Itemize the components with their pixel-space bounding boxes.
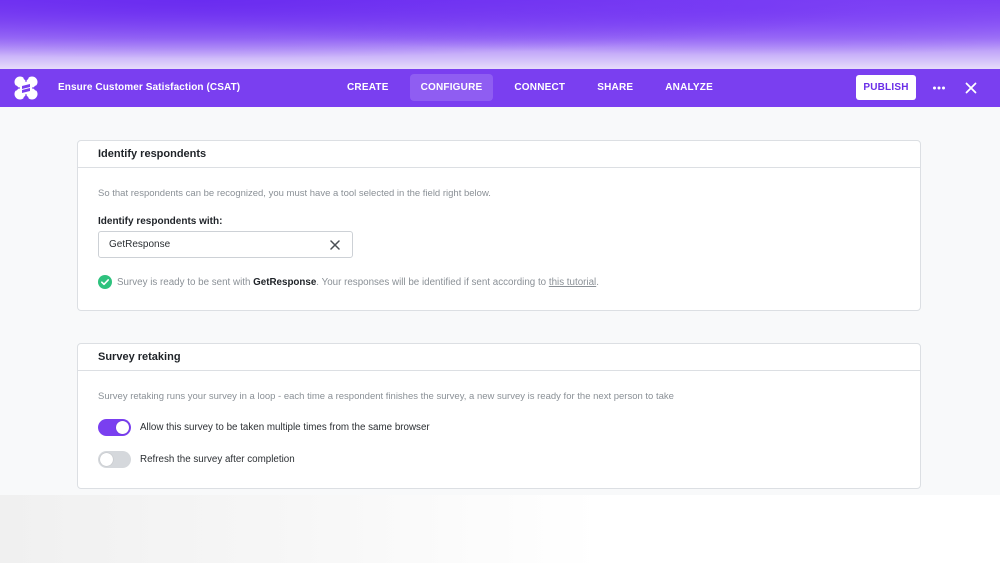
tutorial-link[interactable]: this tutorial — [549, 277, 596, 288]
status-prefix: Survey is ready to be sent with — [117, 276, 254, 288]
identify-field-label: Identify respondents with: — [98, 216, 223, 227]
status-tool-name: GetResponse — [253, 276, 317, 288]
identify-status: Survey is ready to be sent with GetRespo… — [98, 275, 599, 289]
status-suffix: . — [596, 276, 599, 288]
survey-title[interactable]: Ensure Customer Satisfaction (CSAT) — [58, 69, 240, 107]
tab-configure[interactable]: CONFIGURE — [409, 74, 494, 101]
identify-description: So that respondents can be recognized, y… — [98, 188, 491, 199]
more-dots-icon[interactable] — [932, 81, 946, 95]
top-banner — [0, 0, 1000, 69]
retaking-option-refresh: Refresh the survey after completion — [98, 451, 295, 468]
toggle-knob — [100, 453, 113, 466]
retaking-option-multiple: Allow this survey to be taken multiple t… — [98, 419, 430, 436]
brand-logo[interactable] — [13, 75, 39, 101]
survey-retaking-card: Survey retaking Survey retaking runs you… — [77, 343, 921, 489]
tab-connect[interactable]: CONNECT — [503, 74, 576, 101]
bottom-area — [0, 495, 1000, 563]
clear-selection-icon[interactable] — [330, 240, 340, 250]
toggle-knob — [116, 421, 129, 434]
close-icon[interactable] — [964, 81, 978, 95]
tab-share[interactable]: SHARE — [586, 74, 644, 101]
refresh-after-completion-label: Refresh the survey after completion — [140, 454, 295, 465]
configure-content: Identify respondents So that respondents… — [0, 107, 1000, 495]
tab-create[interactable]: CREATE — [336, 74, 400, 101]
publish-button[interactable]: PUBLISH — [856, 75, 916, 100]
retaking-card-title: Survey retaking — [78, 344, 920, 371]
nav-tabs: CREATE CONFIGURE CONNECT SHARE ANALYZE — [336, 74, 734, 102]
top-navbar: Ensure Customer Satisfaction (CSAT) CREA… — [0, 69, 1000, 107]
multiple-times-toggle[interactable] — [98, 419, 131, 436]
refresh-after-completion-toggle[interactable] — [98, 451, 131, 468]
identify-card-title: Identify respondents — [78, 141, 920, 168]
identify-respondents-card: Identify respondents So that respondents… — [77, 140, 921, 311]
retaking-description: Survey retaking runs your survey in a lo… — [98, 391, 674, 402]
check-circle-icon — [98, 275, 112, 289]
identify-tool-select[interactable]: GetResponse — [98, 231, 353, 258]
multiple-times-label: Allow this survey to be taken multiple t… — [140, 422, 430, 433]
tab-analyze[interactable]: ANALYZE — [654, 74, 724, 101]
status-message: Survey is ready to be sent with GetRespo… — [117, 277, 599, 288]
status-middle: . Your responses will be identified if s… — [316, 276, 549, 288]
identify-tool-value: GetResponse — [109, 239, 171, 250]
